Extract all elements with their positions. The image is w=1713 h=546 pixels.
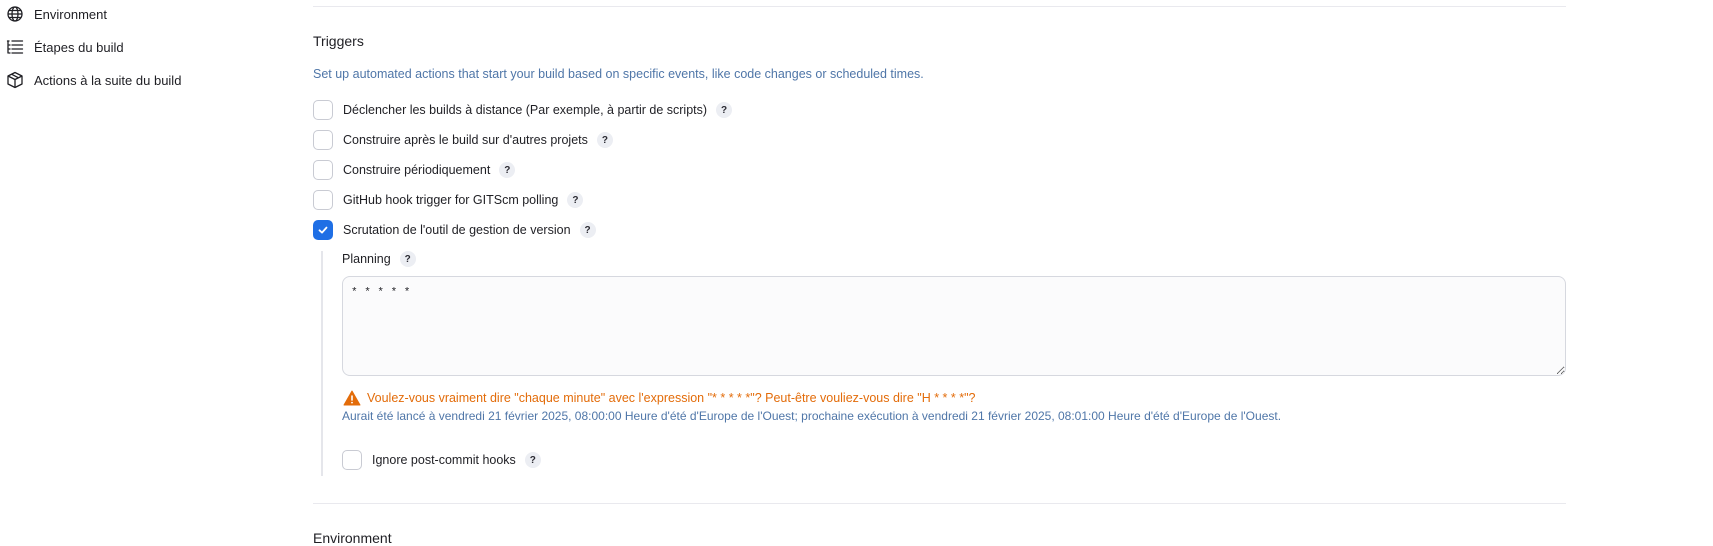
warning-text: Voulez-vous vraiment dire "chaque minute… [367, 391, 976, 405]
triggers-title: Triggers [313, 33, 364, 49]
trigger-github-hook-checkbox[interactable] [313, 190, 333, 210]
sidebar-item-build-steps[interactable]: Étapes du build [6, 37, 124, 57]
help-icon[interactable]: ? [596, 132, 613, 148]
sidebar-item-post-build-actions[interactable]: Actions à la suite du build [6, 70, 181, 90]
planning-label-row: Planning ? [342, 250, 416, 268]
sidebar-item-label: Étapes du build [34, 39, 124, 55]
sidebar-item-label: Actions à la suite du build [34, 72, 182, 88]
trigger-remote-build-checkbox[interactable] [313, 100, 333, 120]
help-icon[interactable]: ? [579, 222, 596, 238]
option-label: Déclencher les builds à distance (Par ex… [343, 103, 708, 117]
help-icon[interactable]: ? [524, 452, 541, 468]
trigger-periodic-option: Construire périodiquement ? [313, 160, 516, 180]
planning-textarea[interactable]: * * * * * [342, 276, 1566, 376]
nested-indent-bar [321, 251, 323, 476]
planning-warning: Voulez-vous vraiment dire "chaque minute… [343, 389, 975, 407]
option-label: GitHub hook trigger for GITScm polling [343, 193, 559, 207]
sidebar-item-environment[interactable]: Environment [6, 4, 107, 24]
package-icon [6, 71, 24, 89]
option-label: Construire périodiquement [343, 163, 491, 177]
option-label: Scrutation de l'outil de gestion de vers… [343, 223, 571, 237]
globe-icon [6, 5, 24, 23]
checkmark-icon [318, 226, 328, 234]
trigger-scm-polling-option: Scrutation de l'outil de gestion de vers… [313, 220, 596, 240]
warning-icon [343, 390, 361, 406]
section-divider [313, 6, 1566, 7]
trigger-remote-build-option: Déclencher les builds à distance (Par ex… [313, 100, 733, 120]
trigger-periodic-checkbox[interactable] [313, 160, 333, 180]
schedule-info-text: Aurait été lancé à vendredi 21 février 2… [342, 409, 1282, 423]
option-label: Construire après le build sur d'autres p… [343, 133, 588, 147]
trigger-after-other-projects-checkbox[interactable] [313, 130, 333, 150]
help-icon[interactable]: ? [499, 162, 516, 178]
environment-title: Environment [313, 530, 392, 546]
help-icon[interactable]: ? [716, 102, 733, 118]
help-icon[interactable]: ? [567, 192, 584, 208]
trigger-after-other-projects-option: Construire après le build sur d'autres p… [313, 130, 613, 150]
option-label: Ignore post-commit hooks [372, 453, 516, 467]
trigger-scm-polling-checkbox[interactable] [313, 220, 333, 240]
help-icon[interactable]: ? [399, 251, 416, 267]
planning-label: Planning [342, 252, 391, 266]
triggers-description: Set up automated actions that start your… [313, 67, 924, 81]
ignore-post-commit-hooks-checkbox[interactable] [342, 450, 362, 470]
trigger-github-hook-option: GitHub hook trigger for GITScm polling ? [313, 190, 584, 210]
list-icon [6, 38, 24, 56]
sidebar-item-label: Environment [34, 6, 107, 22]
ignore-post-commit-hooks-option: Ignore post-commit hooks ? [342, 450, 541, 470]
section-divider [313, 503, 1566, 504]
